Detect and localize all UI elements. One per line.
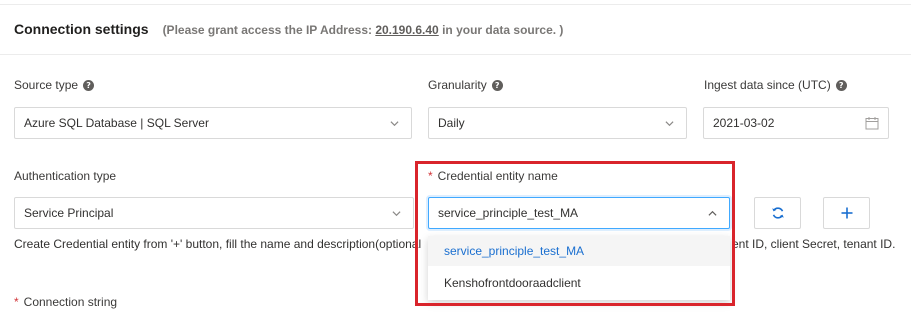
ip-address: 20.190.6.40 — [375, 23, 439, 37]
dropdown-option[interactable]: Kenshofrontdooraadclient — [428, 268, 730, 298]
dropdown-option[interactable]: service_principle_test_MA — [428, 236, 730, 266]
chevron-up-icon — [708, 210, 717, 216]
plus-icon — [841, 207, 852, 219]
question-circle-icon[interactable]: ? — [835, 79, 847, 91]
credential-entity-label: * Credential entity name — [428, 169, 558, 183]
refresh-icon — [771, 207, 784, 219]
auth-type-select[interactable]: Service Principal — [14, 197, 414, 229]
credential-help-text: Create Credential entity from '+' button… — [14, 237, 422, 251]
credential-help-text-end: ent ID, client Secret, tenant ID. — [732, 237, 896, 251]
connection-string-label: * Connection string — [14, 295, 118, 309]
chevron-down-icon — [390, 121, 399, 127]
calendar-icon — [865, 117, 879, 130]
section-title: Connection settings — [14, 21, 149, 37]
ip-access-note: (Please grant access the IP Address: 20.… — [162, 23, 564, 37]
credential-dropdown-menu: service_principle_test_MA Kenshofrontdoo… — [428, 236, 730, 300]
question-circle-icon[interactable]: ? — [83, 79, 95, 91]
source-type-select[interactable]: Azure SQL Database | SQL Server — [14, 107, 412, 139]
credential-entity-select[interactable]: service_principle_test_MA — [428, 197, 730, 229]
chevron-down-icon — [665, 121, 674, 127]
add-credential-button[interactable] — [823, 197, 870, 229]
refresh-credentials-button[interactable] — [754, 197, 801, 229]
source-type-label: Source type? — [14, 77, 95, 93]
granularity-select[interactable]: Daily — [428, 107, 687, 139]
granularity-label: Granularity? — [428, 77, 503, 93]
section-divider — [0, 54, 911, 55]
top-border — [0, 0, 911, 5]
auth-type-label: Authentication type — [14, 169, 117, 183]
required-marker: * — [428, 169, 433, 183]
chevron-down-icon — [392, 211, 401, 217]
question-circle-icon[interactable]: ? — [491, 79, 503, 91]
required-marker: * — [14, 295, 19, 309]
ingest-since-label: Ingest data since (UTC)? — [704, 77, 847, 93]
section-header: Connection settings (Please grant access… — [14, 21, 563, 41]
ingest-date-picker[interactable]: 2021-03-02 — [703, 107, 889, 139]
